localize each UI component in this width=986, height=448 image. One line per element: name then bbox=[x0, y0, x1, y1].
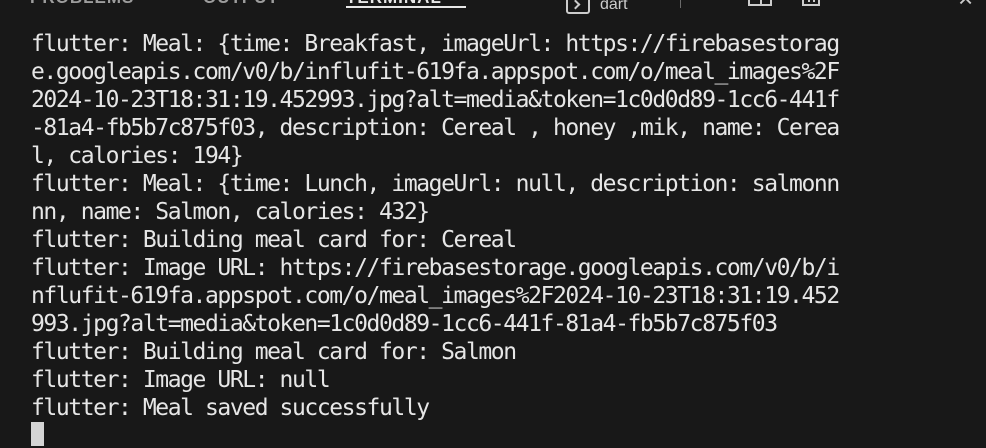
trash-icon[interactable] bbox=[802, 0, 820, 6]
terminal-line: flutter: Meal: {time: Breakfast, imageUr… bbox=[31, 31, 840, 57]
terminal-cursor bbox=[31, 422, 44, 446]
terminal-line: flutter: Meal saved successfully bbox=[31, 395, 430, 421]
terminal-line: flutter: Image URL: null bbox=[31, 367, 331, 393]
terminal-line: e.googleapis.com/v0/b/influfit-619fa.app… bbox=[31, 59, 840, 85]
close-icon[interactable]: × bbox=[958, 0, 973, 11]
terminal-line: flutter: Meal: {time: Lunch, imageUrl: n… bbox=[31, 171, 840, 197]
terminal-line: flutter: Image URL: https://firebasestor… bbox=[31, 255, 840, 281]
terminal-line: l, calories: 194} bbox=[31, 143, 244, 169]
tab-terminal[interactable]: TERMINAL bbox=[346, 0, 442, 18]
terminal-line: 993.jpg?alt=media&token=1c0d0d89-1cc6-44… bbox=[31, 311, 778, 337]
tab-problems[interactable]: PROBLEMS bbox=[30, 0, 134, 18]
terminal-line: 2024-10-23T18:31:19.452993.jpg?alt=media… bbox=[31, 87, 840, 113]
active-tab-indicator bbox=[346, 6, 466, 8]
terminal-line: nn, name: Salmon, calories: 432} bbox=[31, 199, 430, 225]
panel-tab-bar: PROBLEMS OUTPUT TERMINAL bbox=[0, 0, 986, 22]
terminal-icon bbox=[566, 0, 590, 14]
terminal-line: -81a4-fb5b7c875f03, description: Cereal … bbox=[31, 115, 840, 141]
terminal-line: flutter: Building meal card for: Salmon bbox=[31, 339, 517, 365]
terminal-output[interactable]: flutter: Meal: {time: Breakfast, imageUr… bbox=[31, 30, 951, 422]
terminal-line: nflufit-619fa.appspot.com/o/meal_images%… bbox=[31, 283, 840, 309]
toolbar-divider bbox=[680, 0, 681, 8]
terminal-line: flutter: Building meal card for: Cereal bbox=[31, 227, 517, 253]
split-icon[interactable] bbox=[748, 0, 772, 6]
terminal-panel: PROBLEMS OUTPUT TERMINAL dart × flutter:… bbox=[0, 0, 986, 448]
terminal-profile-selector[interactable]: dart bbox=[566, 0, 628, 14]
tab-output[interactable]: OUTPUT bbox=[203, 0, 279, 18]
terminal-profile-label: dart bbox=[600, 0, 628, 13]
